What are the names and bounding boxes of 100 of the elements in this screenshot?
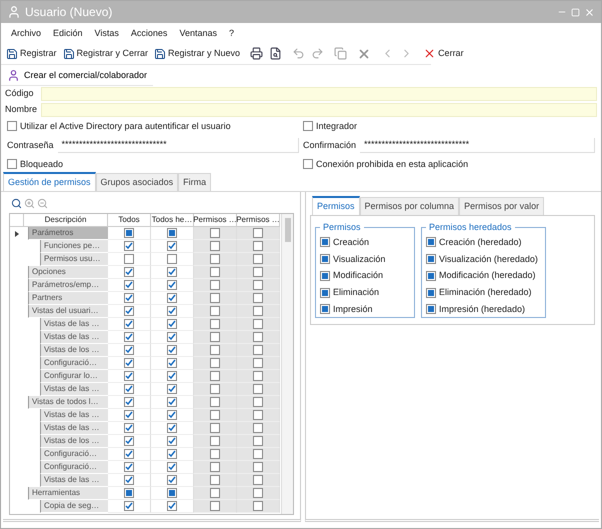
undo-button[interactable] (291, 46, 306, 62)
checkbox[interactable] (167, 462, 177, 472)
tree-item[interactable]: Permisos usu… (40, 253, 108, 266)
checkbox[interactable] (253, 423, 263, 434)
checkbox[interactable] (210, 462, 220, 472)
checkbox-label[interactable]: Eliminación (heredado) (426, 287, 541, 298)
checkbox[interactable] (210, 397, 220, 408)
checkbox[interactable] (124, 488, 134, 498)
maximize-icon[interactable] (571, 8, 580, 16)
menu-item[interactable]: Acciones (124, 26, 174, 41)
tree-item[interactable]: Vistas de las … (40, 422, 108, 436)
checkbox[interactable] (124, 345, 134, 356)
checkbox-label[interactable]: Creación (heredado) (426, 236, 541, 248)
tree-item[interactable]: Parámetros/emp… (28, 279, 108, 292)
checkbox-label[interactable]: Impresión (heredado) (426, 304, 541, 315)
checkbox[interactable] (253, 436, 263, 446)
column-header[interactable]: Descripción (24, 214, 108, 228)
checkbox[interactable] (253, 267, 263, 278)
checkbox[interactable] (210, 280, 220, 290)
checkbox-label[interactable]: Integrador (303, 120, 595, 132)
checkbox[interactable] (253, 449, 263, 460)
tab[interactable]: Permisos por valor (459, 197, 544, 215)
scrollbar[interactable] (281, 214, 293, 514)
checkbox[interactable] (167, 475, 177, 486)
tree-item[interactable]: Partners (28, 292, 108, 306)
tree-item[interactable]: Configuració… (40, 357, 108, 370)
checkbox[interactable] (210, 228, 220, 238)
menu-item[interactable]: Ventanas (173, 26, 223, 41)
checkbox[interactable] (320, 304, 330, 314)
checkbox[interactable] (124, 319, 134, 330)
checkbox[interactable] (124, 410, 134, 420)
checkbox-label[interactable]: Visualización (320, 254, 410, 264)
toolbar-button[interactable]: Registrar y Cerrar (62, 46, 150, 61)
tree-item[interactable]: Vistas de las … (40, 331, 108, 344)
checkbox[interactable] (320, 237, 330, 248)
checkbox-label[interactable]: Visualización (heredado) (426, 254, 541, 264)
checkbox[interactable] (253, 501, 263, 512)
tree-item[interactable]: Opciones (28, 266, 108, 280)
checkbox[interactable] (210, 449, 220, 460)
checkbox-label[interactable]: Impresión (320, 304, 410, 315)
checkbox[interactable] (210, 345, 220, 356)
checkbox-label[interactable]: Creación (320, 236, 410, 248)
checkbox[interactable] (167, 371, 177, 382)
checkbox-label[interactable]: Modificación (320, 270, 410, 282)
menu-item[interactable]: Archivo (5, 26, 48, 41)
print-button[interactable] (249, 46, 264, 62)
tree-item[interactable]: Configuració… (40, 461, 108, 474)
checkbox[interactable] (253, 384, 263, 394)
checkbox[interactable] (210, 319, 220, 330)
checkbox[interactable] (167, 332, 177, 342)
tab[interactable]: Firma (178, 173, 212, 192)
checkbox[interactable] (253, 319, 263, 330)
tree-item[interactable]: Parámetros (28, 227, 108, 240)
checkbox[interactable] (167, 345, 177, 356)
checkbox[interactable] (167, 241, 177, 252)
checkbox[interactable] (124, 475, 134, 486)
checkbox[interactable] (167, 254, 177, 264)
checkbox-label[interactable]: Conexión prohibida en esta aplicación (303, 158, 595, 170)
checkbox[interactable] (124, 358, 134, 368)
checkbox[interactable] (124, 280, 134, 290)
checkbox[interactable] (7, 121, 17, 132)
column-header[interactable]: Permisos … (237, 214, 280, 228)
checkbox[interactable] (124, 254, 134, 264)
menu-item[interactable]: Vistas (88, 26, 125, 41)
menu-item[interactable]: Edición (47, 26, 89, 41)
checkbox[interactable] (210, 410, 220, 420)
tree-item[interactable]: Vistas de las … (40, 474, 108, 488)
tree-item[interactable]: Vistas de los … (40, 435, 108, 448)
close-icon[interactable] (584, 6, 595, 18)
checkbox[interactable] (210, 332, 220, 342)
checkbox[interactable] (167, 319, 177, 330)
checkbox[interactable] (124, 423, 134, 434)
checkbox[interactable] (253, 306, 263, 316)
checkbox[interactable] (253, 410, 263, 420)
checkbox[interactable] (253, 462, 263, 472)
checkbox[interactable] (426, 304, 436, 314)
tab[interactable]: Permisos por columna (360, 197, 460, 215)
checkbox[interactable] (124, 449, 134, 460)
tree-item[interactable]: Configurar lo… (40, 370, 108, 384)
checkbox[interactable] (210, 306, 220, 316)
checkbox[interactable] (303, 121, 313, 132)
tree-item[interactable]: Copia de seg… (40, 500, 108, 514)
redo-button[interactable] (310, 46, 326, 62)
create-button[interactable]: Crear el comercial/colaborador (1, 66, 154, 86)
checkbox[interactable] (320, 288, 330, 298)
checkbox[interactable] (253, 475, 263, 486)
column-header[interactable]: Todos he… (151, 214, 194, 228)
column-header[interactable]: Todos (108, 214, 151, 228)
checkbox[interactable] (124, 501, 134, 512)
copy-button[interactable] (333, 46, 348, 62)
checkbox[interactable] (167, 501, 177, 512)
checkbox[interactable] (167, 384, 177, 394)
checkbox[interactable] (320, 254, 330, 264)
tree-item[interactable]: Vistas de las … (40, 409, 108, 422)
checkbox[interactable] (426, 270, 436, 281)
password-field[interactable]: ****************************** (58, 138, 299, 153)
checkbox[interactable] (253, 371, 263, 382)
checkbox[interactable] (210, 293, 220, 304)
checkbox[interactable] (124, 267, 134, 278)
checkbox[interactable] (210, 254, 220, 264)
